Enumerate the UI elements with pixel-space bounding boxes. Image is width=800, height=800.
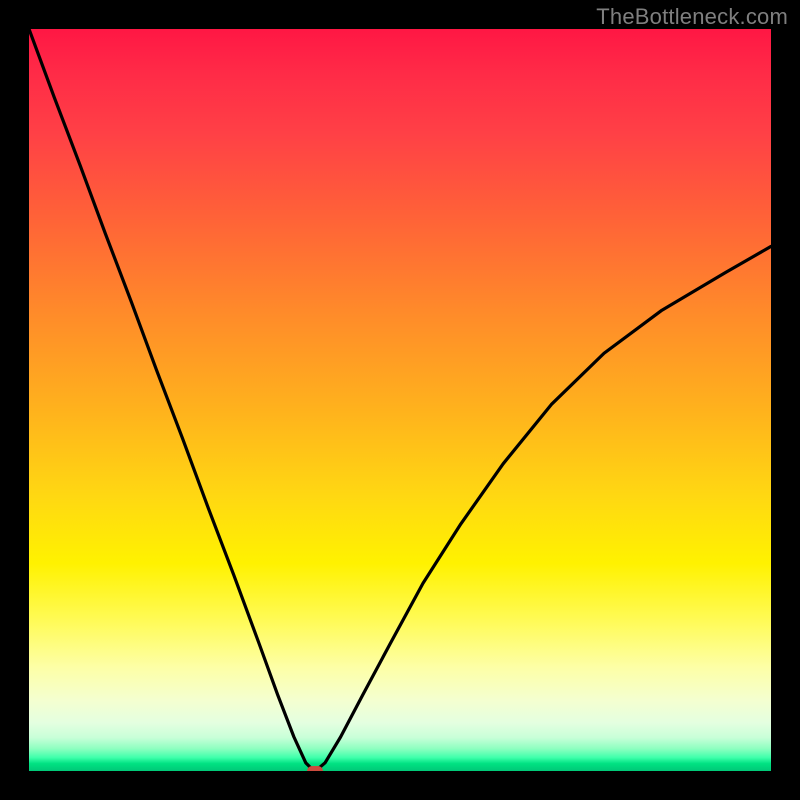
chart-frame: TheBottleneck.com — [0, 0, 800, 800]
optimal-point-marker — [307, 766, 323, 771]
watermark-text: TheBottleneck.com — [596, 4, 788, 30]
plot-area — [29, 29, 771, 771]
bottleneck-curve — [29, 29, 771, 771]
curve-layer — [29, 29, 771, 771]
